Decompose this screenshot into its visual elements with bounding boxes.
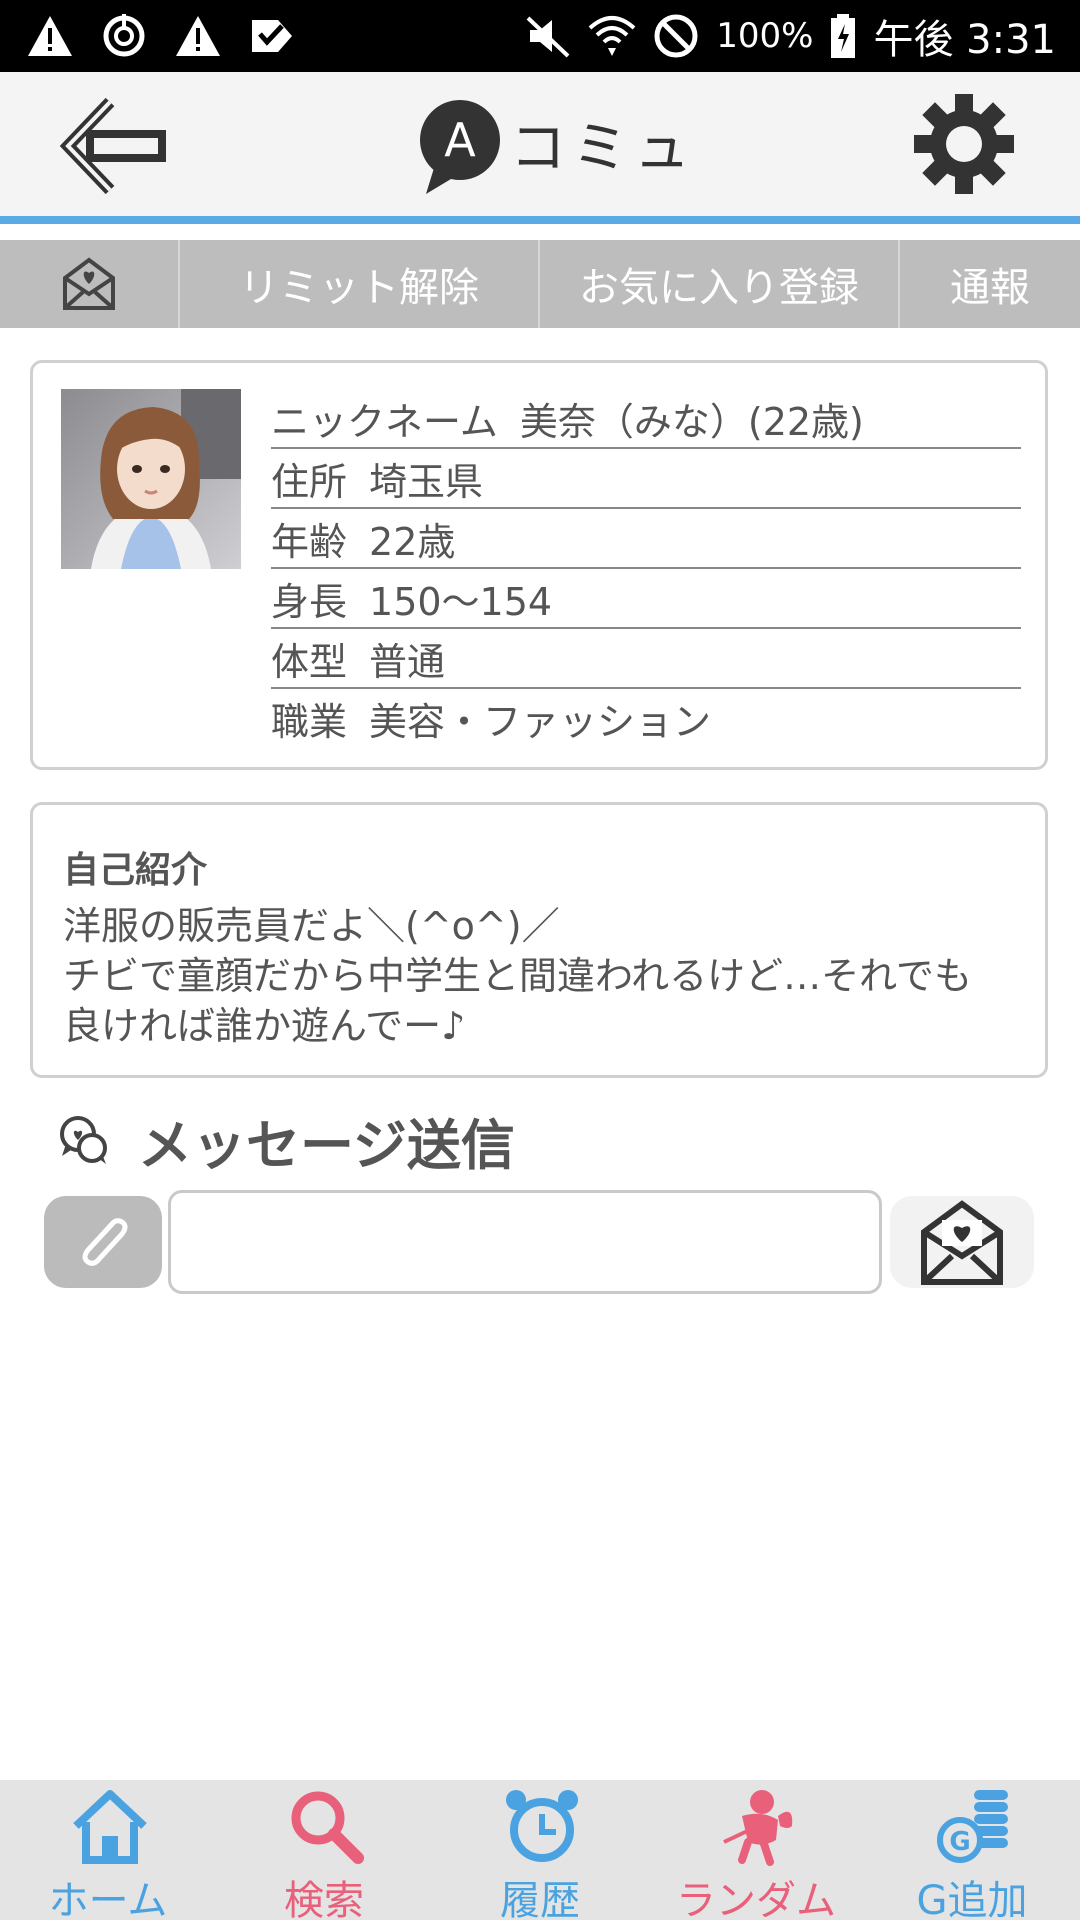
home-icon bbox=[73, 1790, 147, 1864]
self-intro-title: 自己紹介 bbox=[63, 850, 208, 891]
profile-value: 美奈（みな）(22歳) bbox=[519, 399, 864, 444]
clock: 午後 3:31 bbox=[873, 17, 1056, 63]
avatar[interactable] bbox=[61, 389, 241, 569]
sync-icon bbox=[103, 14, 145, 57]
nav-history[interactable]: 履歴 bbox=[432, 1780, 648, 1924]
mute-icon bbox=[526, 16, 570, 58]
profile-key: ニックネーム bbox=[271, 399, 498, 444]
self-intro-line: 洋服の販売員だよ＼(^o^)／ bbox=[63, 904, 560, 948]
nav-label-random: ランダム bbox=[676, 1878, 836, 1924]
self-intro-line: 良ければ誰か遊んでー♪ bbox=[63, 1004, 466, 1048]
cupid-icon bbox=[723, 1790, 793, 1866]
profile-row-occupation: 職業 美容・ファッション bbox=[271, 689, 1021, 747]
send-button[interactable] bbox=[890, 1196, 1034, 1288]
profile-card: ニックネーム 美奈（みな）(22歳) 住所 埼玉県 年齢 22歳 身長 150～… bbox=[30, 360, 1048, 770]
attach-button[interactable] bbox=[44, 1196, 162, 1288]
profile-row-nickname: ニックネーム 美奈（みな）(22歳) bbox=[271, 389, 1021, 449]
nav-label-add-g: G追加 bbox=[916, 1878, 1028, 1924]
warning-icon bbox=[28, 16, 72, 56]
status-bar: 100% 午後 3:31 bbox=[0, 0, 1080, 72]
logo-letter: A bbox=[444, 113, 476, 167]
chat-bubbles-icon bbox=[60, 1116, 107, 1164]
send-mail-icon bbox=[921, 1200, 1003, 1285]
coins-icon: G bbox=[937, 1790, 1008, 1863]
bottom-nav: ホーム 検索 履歴 ランダム G G追加 bbox=[0, 1780, 1080, 1924]
block-icon bbox=[654, 14, 698, 58]
profile-key: 体型 bbox=[271, 639, 348, 684]
svg-text:G: G bbox=[949, 1827, 970, 1857]
nav-home[interactable]: ホーム bbox=[0, 1780, 216, 1924]
self-intro-line: チビで童顔だから中学生と間違われるけど…それでも bbox=[63, 954, 972, 998]
profile-key: 職業 bbox=[271, 699, 348, 744]
profile-value: 150～154 bbox=[369, 579, 553, 624]
profile-photo bbox=[61, 389, 241, 569]
profile-key: 年齢 bbox=[271, 519, 348, 564]
nav-label-search: 検索 bbox=[284, 1878, 364, 1924]
profile-value: 普通 bbox=[369, 639, 446, 684]
header-accent-line bbox=[0, 216, 1080, 224]
message-input[interactable] bbox=[168, 1190, 882, 1294]
report-button[interactable]: 通報 bbox=[900, 240, 1080, 328]
logo-text: コミュ bbox=[510, 115, 696, 181]
profile-value: 22歳 bbox=[369, 519, 456, 564]
wifi-icon bbox=[588, 16, 636, 56]
settings-gear-icon[interactable] bbox=[912, 92, 1016, 196]
self-intro-text: 洋服の販売員だよ＼(^o^)／ チビで童顔だから中学生と間違われるけど…それでも… bbox=[63, 901, 1023, 1051]
profile-row-body-type: 体型 普通 bbox=[271, 629, 1021, 689]
nav-label-home: ホーム bbox=[48, 1878, 168, 1924]
search-icon bbox=[291, 1791, 364, 1864]
app-header: A コミュ bbox=[0, 72, 1080, 216]
profile-info: ニックネーム 美奈（みな）(22歳) 住所 埼玉県 年齢 22歳 身長 150～… bbox=[271, 389, 1021, 747]
nav-random[interactable]: ランダム bbox=[648, 1780, 864, 1924]
message-title-text: メッセージ送信 bbox=[138, 1113, 515, 1177]
limit-release-button[interactable]: リミット解除 bbox=[180, 240, 540, 328]
nav-search[interactable]: 検索 bbox=[216, 1780, 432, 1924]
self-intro-card: 自己紹介 洋服の販売員だよ＼(^o^)／ チビで童顔だから中学生と間違われるけど… bbox=[30, 802, 1048, 1078]
profile-key: 身長 bbox=[271, 579, 348, 624]
profile-row-address: 住所 埼玉県 bbox=[271, 449, 1021, 509]
profile-row-age: 年齢 22歳 bbox=[271, 509, 1021, 569]
mail-heart-icon bbox=[63, 257, 115, 310]
check-icon bbox=[252, 20, 292, 52]
paperclip-icon bbox=[82, 1218, 128, 1266]
app-logo: A コミュ bbox=[416, 98, 696, 198]
profile-key: 住所 bbox=[271, 459, 348, 504]
alarm-clock-icon bbox=[506, 1790, 578, 1862]
status-right-icons: 100% 午後 3:31 bbox=[524, 10, 1056, 63]
action-bar: リミット解除 お気に入り登録 通報 bbox=[0, 240, 1080, 328]
profile-value: 美容・ファッション bbox=[369, 699, 712, 744]
mail-button[interactable] bbox=[0, 240, 180, 328]
nav-label-history: 履歴 bbox=[500, 1878, 580, 1924]
speech-bubble-icon: A bbox=[420, 100, 500, 194]
battery-percent: 100% bbox=[716, 16, 814, 56]
profile-row-height: 身長 150～154 bbox=[271, 569, 1021, 629]
profile-value: 埼玉県 bbox=[369, 459, 484, 504]
status-left-icons bbox=[26, 10, 296, 62]
back-arrow-icon[interactable] bbox=[60, 94, 166, 198]
favorite-button[interactable]: お気に入り登録 bbox=[540, 240, 900, 328]
warning-icon bbox=[176, 16, 220, 56]
message-section-title: メッセージ送信 bbox=[58, 1100, 515, 1180]
battery-icon bbox=[831, 14, 856, 58]
nav-add-g[interactable]: G G追加 bbox=[864, 1780, 1080, 1924]
